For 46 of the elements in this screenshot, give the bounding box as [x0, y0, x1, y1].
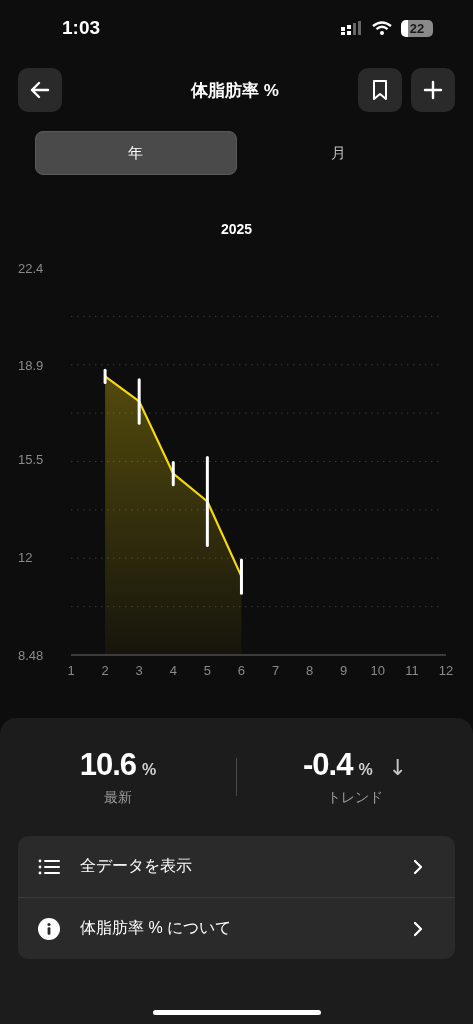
error-bar [171, 461, 175, 487]
x-tick-label: 10 [370, 663, 386, 678]
error-bar [103, 368, 107, 385]
battery-level: 22 [409, 20, 425, 36]
x-tick-label: 12 [438, 663, 454, 678]
x-tick-label: 8 [306, 663, 314, 678]
add-button[interactable] [411, 68, 455, 112]
y-tick-label: 8.48 [18, 647, 44, 663]
period-tab[interactable]: 月 [238, 131, 438, 175]
period-tab[interactable]: 年 [35, 131, 237, 175]
info-icon [38, 917, 60, 940]
x-tick-label: 7 [271, 663, 280, 678]
x-tick-label: 2 [101, 663, 109, 678]
stat-unit: % [358, 761, 373, 779]
bookmark-button[interactable] [358, 68, 402, 112]
x-tick-label: 6 [237, 663, 246, 678]
x-tick-label: 11 [405, 663, 419, 678]
chevron-right-icon [413, 920, 423, 937]
signal-icon [341, 21, 363, 35]
stat-unit: % [142, 761, 157, 779]
stat-value: -0.4 [302, 747, 353, 783]
x-tick-label: 5 [203, 663, 211, 678]
status-time: 1:03 [62, 17, 101, 39]
plus-icon [421, 78, 445, 102]
menu-item[interactable]: 全データを表示 [18, 836, 455, 897]
y-tick-label: 18.9 [18, 357, 44, 373]
x-tick-label: 9 [340, 663, 348, 678]
list-icon [38, 857, 60, 876]
y-tick-label: 22.4 [18, 260, 44, 276]
chevron-right-icon [413, 858, 423, 875]
stat-label: 最新 [104, 789, 132, 807]
menu-item[interactable]: 体脂肪率 % について [18, 897, 455, 959]
x-tick-label: 3 [135, 663, 143, 678]
y-tick-label: 12 [18, 549, 33, 565]
error-bar [239, 558, 243, 595]
trend-arrow: ↓ [388, 755, 408, 780]
screen-title: 体脂肪率 % [190, 79, 280, 102]
stat-value: 10.6 [79, 747, 137, 783]
back-button[interactable] [18, 68, 62, 112]
error-bar [137, 378, 141, 425]
x-tick-label: 1 [67, 663, 75, 678]
x-tick-label: 4 [169, 663, 177, 678]
wifi-icon [372, 21, 392, 35]
stat-label: トレンド [327, 789, 383, 807]
chart-title: 2025 [220, 221, 253, 239]
y-tick-label: 15.5 [18, 452, 44, 468]
